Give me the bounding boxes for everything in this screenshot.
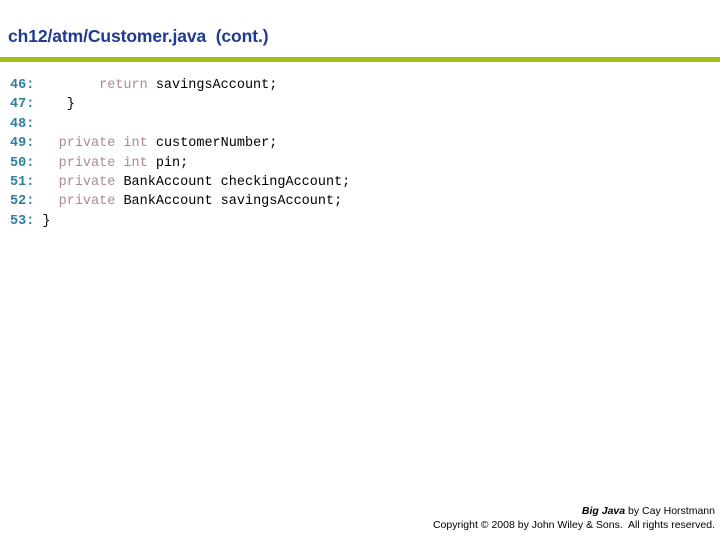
code-token-keyword: private int bbox=[58, 136, 148, 152]
code-token-identifier: BankAccount savingsAccount; bbox=[115, 194, 343, 210]
code-token-identifier: pin; bbox=[147, 155, 189, 171]
code-token-keyword: private bbox=[58, 174, 116, 190]
page-title: ch12/atm/Customer.java (cont.) bbox=[8, 26, 269, 46]
code-token-identifier: } bbox=[34, 97, 75, 113]
footer: Big Java by Cay Horstmann Copyright © 20… bbox=[433, 504, 715, 532]
code-token-keyword: return bbox=[99, 78, 148, 93]
code-line: 53: } bbox=[10, 212, 350, 231]
footer-copyright-line: Copyright © 2008 by John Wiley & Sons. A… bbox=[432, 519, 715, 531]
book-title: Big Java bbox=[581, 505, 626, 517]
code-line-number: 51: bbox=[10, 174, 35, 190]
code-line-number: 50: bbox=[10, 155, 35, 171]
code-token-keyword: private bbox=[58, 194, 116, 210]
code-token-identifier: savingsAccount; bbox=[147, 78, 278, 93]
code-line: 49: private int customerNumber; bbox=[10, 134, 350, 153]
slide: ch12/atm/Customer.java (cont.) 46: retur… bbox=[0, 0, 720, 540]
code-token-identifier: BankAccount checkingAccount; bbox=[115, 174, 351, 190]
code-line: 47: } bbox=[10, 95, 350, 114]
title-divider-rule bbox=[0, 57, 720, 62]
code-line-number: 48: bbox=[10, 116, 35, 132]
code-token-keyword: private int bbox=[58, 155, 148, 171]
code-line: 52: private BankAccount savingsAccount; bbox=[10, 192, 350, 211]
code-line: 46: return savingsAccount; bbox=[10, 76, 350, 95]
code-line-number: 52: bbox=[10, 194, 35, 210]
code-line: 50: private int pin; bbox=[10, 154, 350, 173]
code-line: 51: private BankAccount checkingAccount; bbox=[10, 173, 350, 192]
code-line: 48: bbox=[10, 115, 350, 134]
footer-attribution-line: Big Java by Cay Horstmann bbox=[433, 504, 715, 518]
code-line-number: 47: bbox=[10, 97, 35, 113]
code-line-number: 46: bbox=[10, 78, 35, 93]
code-line-number: 53: bbox=[10, 213, 35, 229]
code-listing: 46: return savingsAccount; 47: } 48: 49: pr… bbox=[10, 76, 350, 231]
code-token-identifier: customerNumber; bbox=[147, 136, 278, 152]
code-token-identifier: } bbox=[34, 213, 51, 229]
book-byline: by Cay Horstmann bbox=[625, 505, 715, 517]
code-line-number: 49: bbox=[10, 136, 35, 152]
